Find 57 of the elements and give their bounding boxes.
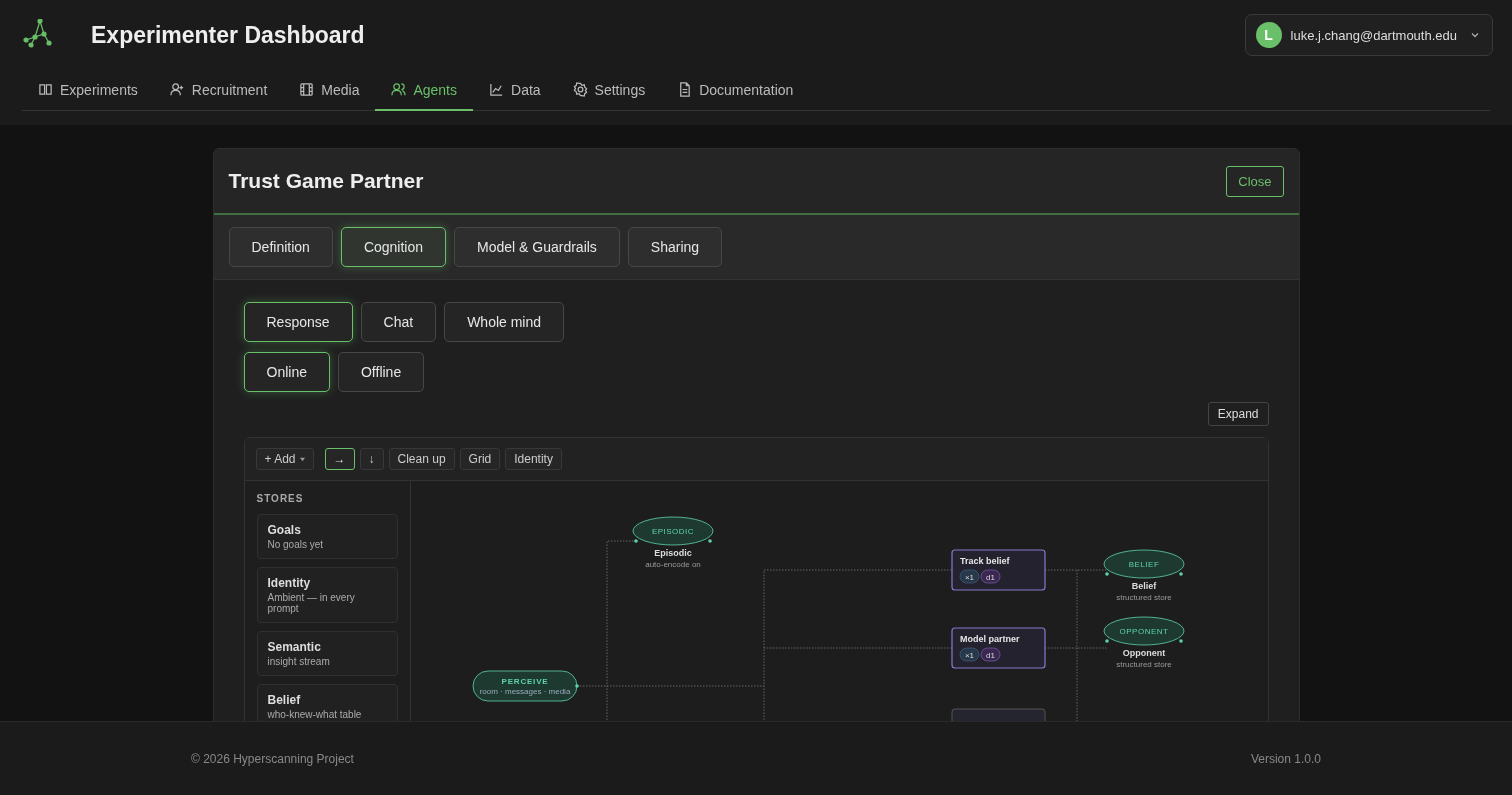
section-tab[interactable]: Cognition <box>340 227 447 267</box>
expand-button[interactable]: Expand <box>1207 402 1269 426</box>
nav-tab[interactable]: Recruitment <box>153 70 284 111</box>
chart-icon <box>489 82 504 97</box>
users-icon <box>391 82 407 97</box>
store-item[interactable]: Identity Ambient — in every prompt <box>256 567 398 623</box>
user-avatar: L <box>1255 22 1282 48</box>
film-icon <box>299 82 315 97</box>
step-node[interactable]: Track belief ×1 d1 <box>950 549 1046 591</box>
store-name: Belief <box>267 693 302 707</box>
step-node[interactable] <box>951 708 1045 721</box>
store-detail: Ambient — in every prompt <box>267 592 356 614</box>
app-title: Experimenter Dashboard <box>91 21 365 49</box>
copyright-text: © 2026 Hyperscanning Project <box>191 751 354 766</box>
toolbar-button[interactable]: Grid <box>459 448 501 470</box>
nav-tab[interactable]: Agents <box>375 70 473 111</box>
section-tab[interactable]: Model & Guardrails <box>454 227 620 267</box>
toolbar-button[interactable]: Identity <box>505 448 562 470</box>
store-detail: No goals yet <box>267 539 325 550</box>
user-email: luke.j.chang@dartmouth.edu <box>1290 27 1457 43</box>
nav-tab[interactable]: Settings <box>556 70 662 111</box>
caret-icon <box>299 456 305 462</box>
settings-icon <box>572 82 588 97</box>
view-toggle[interactable]: Whole mind <box>444 302 565 342</box>
mode-toggle[interactable]: Offline <box>337 352 425 392</box>
store-item[interactable]: Semantic insight stream <box>256 631 398 676</box>
section-tab[interactable]: Definition <box>228 227 333 267</box>
close-button[interactable]: Close <box>1226 165 1284 197</box>
user-menu[interactable]: L luke.j.chang@dartmouth.edu <box>1244 14 1493 56</box>
store-name: Semantic <box>267 640 322 654</box>
add-button[interactable]: + Add <box>255 448 314 470</box>
store-detail: insight stream <box>267 656 331 667</box>
chevron-down-icon <box>1470 30 1480 40</box>
stores-heading: STORES <box>256 493 305 504</box>
user-plus-icon <box>169 82 185 97</box>
store-name: Goals <box>267 523 302 537</box>
store-name: Identity <box>267 576 312 590</box>
store-detail: who-knew-what table <box>267 709 363 720</box>
store-item[interactable]: Belief who-knew-what table <box>256 684 398 721</box>
view-toggle[interactable]: Chat <box>360 302 437 342</box>
direction-button[interactable]: ↓ <box>359 448 384 470</box>
section-tab[interactable]: Sharing <box>627 227 723 267</box>
store-item[interactable]: Goals No goals yet <box>256 514 398 559</box>
view-toggle[interactable]: Response <box>243 302 353 342</box>
nav-tab[interactable]: Data <box>473 70 557 111</box>
step-node[interactable]: Model partner ×1 d1 <box>950 627 1046 669</box>
mode-toggle[interactable]: Online <box>243 352 330 392</box>
direction-button[interactable]: → <box>324 448 355 470</box>
document-icon <box>677 82 693 97</box>
perceive-node[interactable]: PERCEIVE room · messages · media <box>472 670 579 702</box>
nav-tab[interactable]: Experiments <box>22 70 154 111</box>
toolbar-button[interactable]: Clean up <box>388 448 455 470</box>
version-text: Version 1.0.0 <box>1250 751 1321 766</box>
book-icon <box>38 82 53 97</box>
nav-tab[interactable]: Documentation <box>661 70 810 111</box>
nav-tab[interactable]: Media <box>283 70 376 111</box>
agent-title: Trust Game Partner <box>228 169 424 193</box>
